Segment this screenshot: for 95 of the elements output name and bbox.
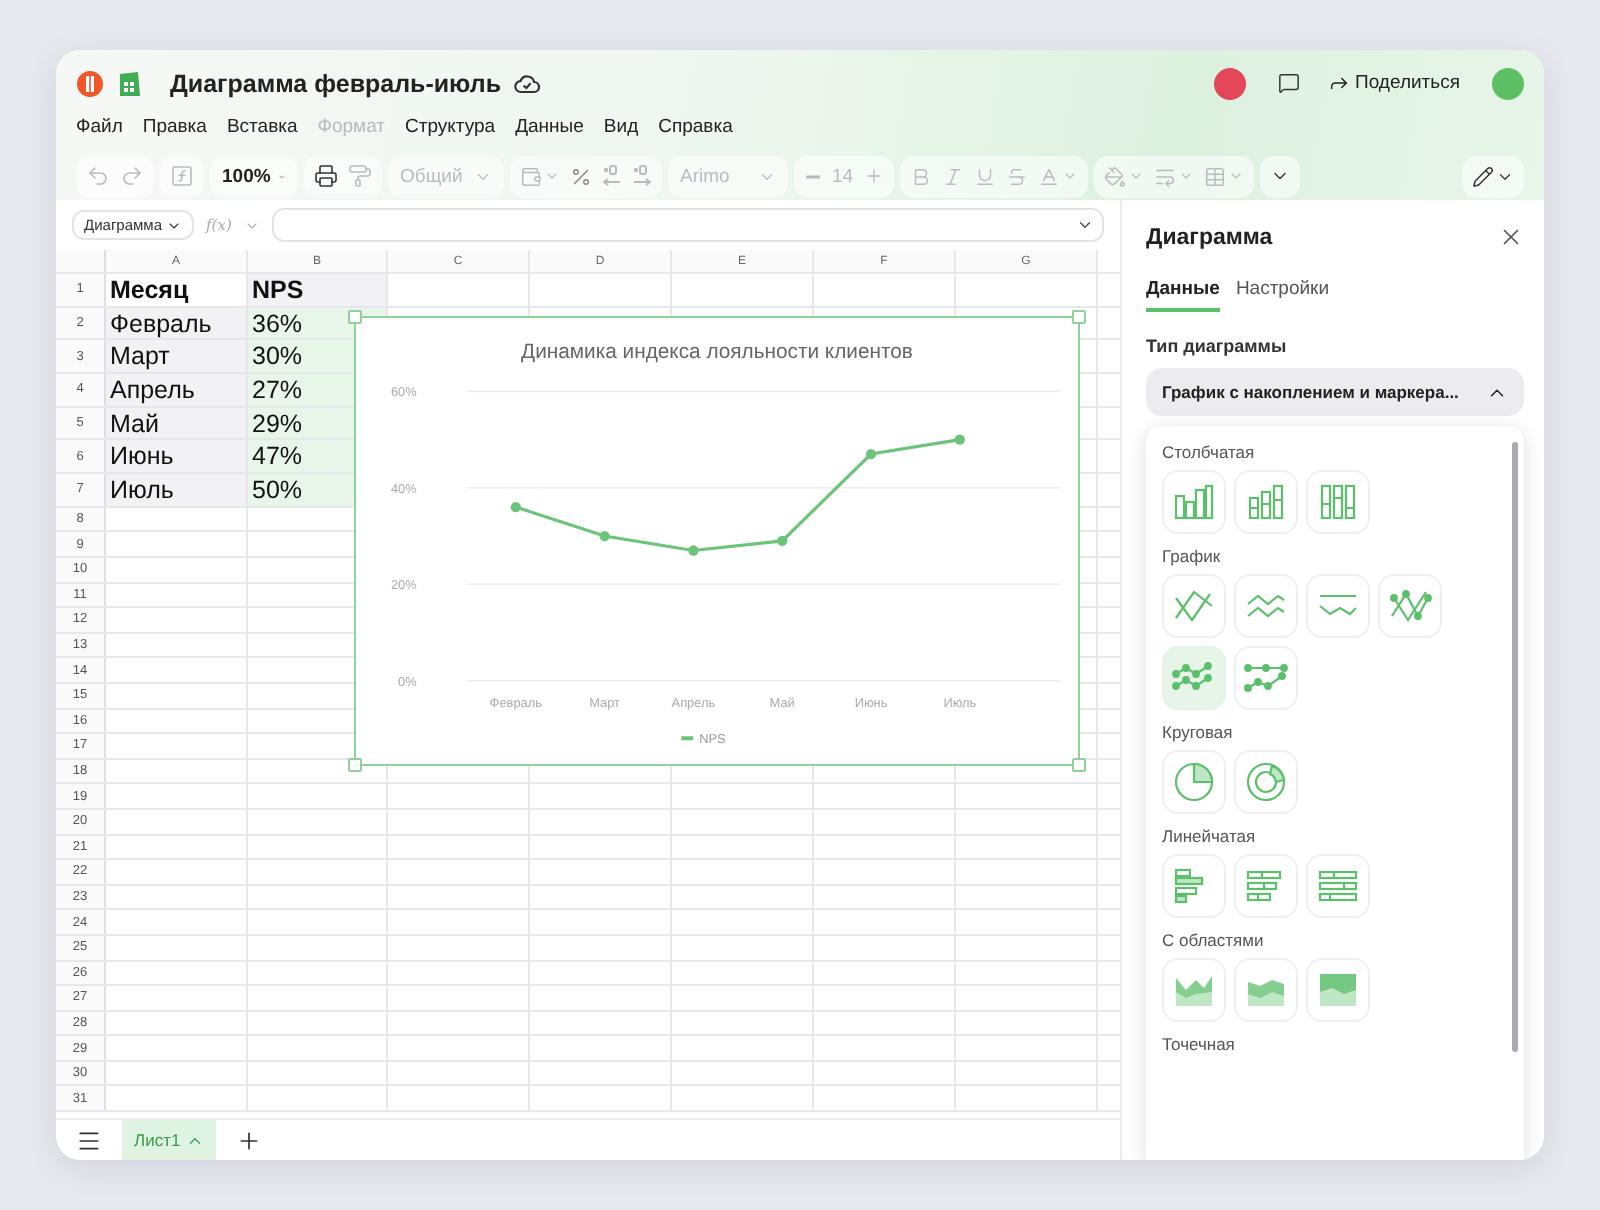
panel-tab[interactable]: Данные (1146, 278, 1220, 312)
pencil-icon (1472, 165, 1494, 188)
chart-type-select[interactable]: График с накоплением и маркера... (1146, 368, 1524, 416)
menu-item[interactable]: Справка (658, 116, 733, 139)
group-label: График (1162, 546, 1223, 566)
menu-item[interactable]: Правка (142, 116, 207, 139)
resize-handle[interactable] (348, 310, 362, 324)
panel-title: Диаграмма (1146, 225, 1273, 249)
chart-type-option[interactable] (1234, 574, 1298, 638)
function-icon (170, 164, 194, 189)
avatar[interactable] (1492, 67, 1524, 100)
printer-icon (314, 164, 338, 189)
share-button[interactable]: Поделиться (1319, 68, 1468, 99)
scrollbar-thumb[interactable] (1512, 442, 1518, 1052)
data-point (777, 535, 788, 546)
table-cell: Март (106, 340, 248, 373)
chart-type-option[interactable] (1378, 574, 1442, 638)
logo-icon (76, 69, 104, 98)
menu-item[interactable]: Вид (603, 116, 639, 139)
chart-type-option[interactable] (1234, 854, 1298, 918)
undo-icon (86, 164, 110, 189)
chart-type-option[interactable] (1306, 574, 1370, 638)
chart-type-option[interactable] (1162, 854, 1226, 918)
field-label: Тип диаграммы (1146, 336, 1289, 356)
table-cell: Июнь (106, 440, 248, 473)
table-cell: Май (106, 407, 248, 439)
chart-type-option[interactable] (1234, 750, 1298, 814)
close-icon (1498, 224, 1524, 250)
resize-handle[interactable] (348, 758, 362, 772)
legend-swatch (681, 736, 694, 741)
paint-bucket-icon (1103, 165, 1126, 188)
chevron-down-icon (1076, 216, 1094, 234)
table-cell: NPS (248, 274, 388, 306)
text-color-icon (1037, 165, 1060, 188)
bold-icon (909, 165, 932, 188)
close-button[interactable] (1498, 224, 1524, 250)
borders-icon (1203, 165, 1226, 188)
window-title: Диаграмма февраль-июль (170, 69, 502, 98)
data-point (865, 448, 877, 460)
comment-button[interactable] (1277, 72, 1300, 95)
sheet-list-button[interactable] (76, 1127, 102, 1153)
select-all-corner[interactable] (56, 250, 106, 272)
menu-item[interactable]: Структура (405, 116, 496, 139)
chart-type-option[interactable] (1306, 854, 1370, 918)
group-label: С областями (1162, 930, 1266, 950)
group-label: Точечная (1162, 1034, 1237, 1054)
strikethrough-icon (1005, 165, 1028, 188)
chart-title: Динамика индекса лояльности клиентов (521, 341, 913, 364)
comment-icon (1277, 72, 1300, 95)
data-point (688, 545, 699, 556)
chart-type-option[interactable] (1234, 646, 1298, 710)
redo-icon (120, 164, 144, 189)
chart-type-option[interactable] (1162, 574, 1226, 638)
data-point (599, 530, 610, 542)
menu-icon (76, 1127, 102, 1153)
group-label: Столбчатая (1162, 442, 1257, 462)
decrease-decimal-icon (602, 164, 622, 189)
menu-item[interactable]: Файл (76, 116, 123, 139)
chart-type-option[interactable] (1306, 958, 1370, 1022)
data-point (510, 501, 521, 513)
plus-icon (236, 1127, 263, 1153)
italic-icon (941, 165, 964, 188)
group-label: Линейчатая (1162, 826, 1258, 846)
avatar[interactable] (1213, 67, 1246, 100)
chart-type-option[interactable] (1306, 470, 1370, 534)
table-cell: Февраль (106, 307, 248, 339)
chart-type-option[interactable] (1234, 470, 1298, 534)
resize-handle[interactable] (1072, 310, 1086, 324)
menu-item[interactable]: Вставка (226, 116, 298, 139)
share-icon (1327, 72, 1350, 95)
panel-tab[interactable]: Настройки (1235, 278, 1330, 312)
chart-type-option[interactable] (1234, 958, 1298, 1022)
paint-roller-icon (348, 164, 372, 189)
table-cell: Апрель (106, 374, 248, 406)
cloud-check-icon (513, 73, 540, 94)
percent-icon (570, 165, 592, 188)
increase-decimal-icon (632, 164, 652, 189)
chart-type-option[interactable] (1162, 470, 1226, 534)
formula-input[interactable] (271, 208, 1104, 242)
chart-type-option[interactable] (1162, 646, 1226, 710)
chart-type-option[interactable] (1162, 958, 1226, 1022)
plus-icon (863, 166, 884, 187)
menu-item[interactable]: Данные (515, 116, 584, 139)
spreadsheet-icon (116, 69, 142, 98)
group-label: Круговая (1162, 722, 1235, 742)
resize-handle[interactable] (1072, 758, 1086, 772)
table-cell: Июль (106, 474, 248, 506)
add-sheet-button[interactable] (236, 1127, 263, 1153)
wrap-text-icon (1153, 165, 1176, 188)
data-point (954, 434, 965, 445)
underline-icon (973, 165, 996, 188)
pie-chart-icon (1170, 758, 1218, 806)
chart-type-option[interactable] (1162, 750, 1226, 814)
donut-chart-icon (1242, 758, 1290, 806)
wallet-icon (520, 165, 542, 188)
